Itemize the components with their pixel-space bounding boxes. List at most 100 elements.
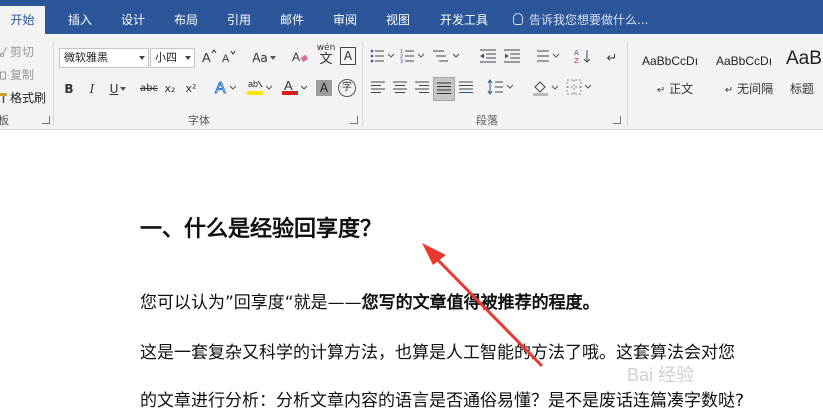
multilevel-list-icon xyxy=(433,50,460,62)
align-right-button[interactable] xyxy=(413,79,431,99)
shrink-font-icon: A xyxy=(222,50,236,64)
ribbon-tab-bar: 开始 插入 设计 布局 引用 邮件 审阅 视图 开发工具 告诉我您想要做什么..… xyxy=(0,0,823,34)
bullets-icon xyxy=(370,49,395,63)
increase-indent-icon xyxy=(504,49,520,63)
tab-home[interactable]: 开始 xyxy=(0,6,45,34)
character-border-label: A xyxy=(343,49,353,63)
bold-label: B xyxy=(64,82,74,96)
enclose-characters-button[interactable]: 字 xyxy=(338,79,356,97)
cut-button[interactable]: 剪切 xyxy=(0,43,34,60)
shrink-font-button[interactable]: A xyxy=(220,48,238,68)
svg-text:A: A xyxy=(222,53,230,64)
change-case-button[interactable]: Aa xyxy=(249,48,279,68)
tab-developer[interactable]: 开发工具 xyxy=(432,0,496,34)
enclose-label: 字 xyxy=(342,82,352,93)
superscript-label: x² xyxy=(185,82,197,95)
watermark-logo: Bai 经验 xyxy=(627,365,695,385)
chevron-down-icon xyxy=(120,87,127,91)
grow-font-icon: A xyxy=(202,49,217,64)
superscript-button[interactable]: x² xyxy=(183,79,199,99)
tab-view[interactable]: 视图 xyxy=(378,0,418,34)
font-name-box[interactable]: 微软雅黑 xyxy=(59,48,149,68)
chinese-layout-button[interactable] xyxy=(534,48,564,68)
pinyin-guide-button[interactable]: wén 文 xyxy=(316,43,336,71)
style-heading-sample: AaB xyxy=(786,48,822,69)
show-marks-button[interactable]: ↵ xyxy=(603,48,621,68)
font-size-value: 小四 xyxy=(155,51,177,64)
eraser-icon: A xyxy=(292,50,308,64)
underline-label: U xyxy=(109,82,119,96)
separator xyxy=(362,42,363,126)
style-normal[interactable]: AaBbCcDı ↵ 正文 xyxy=(636,42,714,104)
clear-format-button[interactable]: A xyxy=(290,48,310,68)
decrease-indent-icon xyxy=(480,49,496,63)
borders-button[interactable] xyxy=(565,79,595,99)
distributed-icon xyxy=(459,81,473,93)
tab-design[interactable]: 设计 xyxy=(113,0,153,34)
paragraph-launcher-icon[interactable] xyxy=(613,116,621,124)
line-spacing-icon xyxy=(487,79,514,95)
sort-icon: AZ xyxy=(574,49,591,64)
highlight-button[interactable]: ab xyxy=(245,77,275,97)
italic-button[interactable]: I xyxy=(84,79,100,99)
shading-button[interactable] xyxy=(531,79,561,99)
distributed-button[interactable] xyxy=(457,79,475,99)
chevron-down-icon xyxy=(139,56,145,60)
style-no-spacing-name: ↵ 无间隔 xyxy=(710,80,788,97)
scissors-icon xyxy=(0,46,8,57)
font-launcher-icon[interactable] xyxy=(350,116,358,124)
borders-icon xyxy=(566,79,592,95)
copy-label: 复制 xyxy=(10,68,35,82)
grow-font-button[interactable]: A xyxy=(200,48,218,68)
format-painter-button[interactable]: 格式刷 xyxy=(0,89,46,106)
tell-me-search[interactable]: 告诉我您想要做什么... xyxy=(513,0,648,34)
copy-button[interactable]: 复制 xyxy=(0,66,34,83)
return-icon: ↵ xyxy=(724,85,734,96)
tab-mailings[interactable]: 邮件 xyxy=(272,0,312,34)
tab-insert[interactable]: 插入 xyxy=(60,0,100,34)
subscript-label: x₂ xyxy=(164,82,176,95)
font-size-box[interactable]: 小四 xyxy=(150,48,195,68)
text-effects-button[interactable]: A xyxy=(213,77,239,97)
format-painter-label: 格式刷 xyxy=(10,91,47,105)
bold-button[interactable]: B xyxy=(61,79,77,99)
style-normal-label: 正文 xyxy=(669,82,694,96)
numbering-icon: 123 xyxy=(400,49,425,64)
tab-review[interactable]: 审阅 xyxy=(325,0,365,34)
style-heading[interactable]: AaB 标题 xyxy=(784,42,823,104)
strikethrough-button[interactable]: abc xyxy=(138,79,160,99)
tab-references[interactable]: 引用 xyxy=(219,0,259,34)
font-color-icon: A xyxy=(282,78,308,95)
decrease-indent-button[interactable] xyxy=(478,48,498,68)
numbering-button[interactable]: 123 xyxy=(399,48,427,68)
align-left-button[interactable] xyxy=(369,79,387,99)
return-icon: ↵ xyxy=(656,85,666,96)
style-no-spacing-sample: AaBbCcDı xyxy=(716,54,773,68)
document-page[interactable]: 一、什么是经验回享度？ 您可以认为”回享度“就是——您写的文章值得被推荐的程度。… xyxy=(0,131,823,416)
svg-text:A: A xyxy=(292,50,300,64)
paragraph-group-label: 段落 xyxy=(476,114,498,127)
chevron-down-icon xyxy=(269,56,276,60)
style-no-spacing[interactable]: AaBbCcDı ↵ 无间隔 xyxy=(710,42,788,104)
highlighter-icon: ab xyxy=(247,79,273,95)
svg-text:A: A xyxy=(284,78,293,93)
character-shading-button[interactable]: A xyxy=(316,80,332,96)
subscript-button[interactable]: x₂ xyxy=(162,79,178,99)
multilevel-list-button[interactable] xyxy=(431,48,463,68)
tab-layout[interactable]: 布局 xyxy=(166,0,206,34)
font-color-button[interactable]: A xyxy=(280,77,310,97)
bullets-button[interactable] xyxy=(369,48,397,68)
lightbulb-icon xyxy=(513,13,523,25)
text-effects-icon: A xyxy=(215,80,237,97)
clipboard-launcher-icon[interactable] xyxy=(42,116,50,124)
increase-indent-button[interactable] xyxy=(502,48,522,68)
underline-button[interactable]: U xyxy=(106,79,130,99)
character-border-button[interactable]: A xyxy=(340,47,356,65)
align-center-button[interactable] xyxy=(391,79,409,99)
svg-text:A: A xyxy=(215,80,226,97)
tell-me-text: 告诉我您想要做什么... xyxy=(529,13,649,27)
justify-button[interactable] xyxy=(433,77,455,101)
line-spacing-button[interactable] xyxy=(486,79,516,99)
annotation-arrow xyxy=(422,243,544,368)
sort-button[interactable]: AZ xyxy=(573,48,593,68)
